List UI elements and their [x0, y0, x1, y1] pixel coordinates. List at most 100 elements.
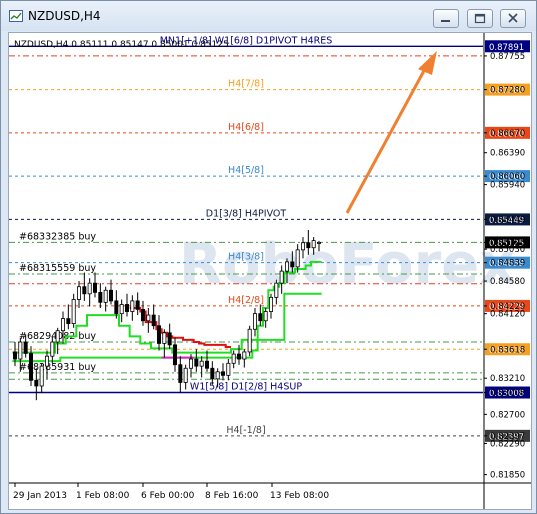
minimize-button[interactable] — [433, 9, 459, 28]
trend-arrow — [345, 51, 437, 214]
chart-window: NZDUSD,H4 RoboForex MN1[+1/8] W1[6/8] D1… — [0, 0, 537, 514]
maximize-button[interactable] — [467, 9, 493, 28]
maximize-icon — [474, 13, 486, 24]
price-tick-label: 0.82290 — [490, 439, 525, 449]
candle-body — [130, 300, 135, 312]
candle-body — [295, 249, 300, 268]
candle-body — [279, 270, 284, 284]
candle-body — [252, 313, 257, 330]
candle-body — [247, 328, 252, 353]
candle-body — [140, 309, 145, 322]
level-label: H4[2/8] — [228, 295, 264, 306]
level-label: D1[3/8] H4PIVOT — [206, 208, 287, 219]
candle-body — [284, 261, 289, 272]
candle-body — [135, 300, 140, 310]
candle-body — [34, 379, 39, 387]
candle-body — [194, 358, 199, 367]
level-label: #68332385 buy — [19, 231, 96, 242]
candle-body — [268, 296, 273, 312]
candle-body — [290, 261, 295, 268]
candle-body — [316, 242, 321, 244]
time-tick-label: 8 Feb 16:00 — [205, 491, 259, 501]
level-label: W1[5/8] D1[2/8] H4SUP — [190, 382, 302, 393]
candle-body — [210, 367, 215, 380]
candle-body — [45, 355, 50, 367]
close-button[interactable] — [500, 9, 526, 28]
time-tick-label: 29 Jan 2013 — [13, 491, 67, 501]
candle-body — [220, 371, 225, 376]
indicator-line — [12, 292, 322, 363]
candle-body — [23, 341, 28, 354]
candle-body — [125, 304, 130, 312]
minimize-icon — [441, 20, 450, 22]
level-label: H4[5/8] — [228, 165, 264, 176]
price-tick-label: 0.85030 — [490, 245, 525, 255]
symbol-info: NZDUSD,H4 0.85111 0.85147 0.85001 0.8512… — [14, 40, 229, 50]
watermark-text: RoboForex — [179, 232, 515, 297]
price-tick-label: 0.87755 — [490, 52, 525, 62]
candle-body — [66, 318, 71, 324]
candle-body — [109, 289, 114, 302]
candle-body — [77, 286, 82, 300]
candle-body — [172, 344, 177, 366]
candle-body — [55, 330, 60, 343]
candle-body — [82, 286, 87, 295]
price-tick-label: 0.81850 — [490, 471, 525, 481]
level-label: #68315559 buy — [19, 263, 96, 274]
candle-body — [167, 332, 172, 346]
candle-body — [151, 314, 156, 327]
candle-body — [306, 242, 311, 249]
price-chart[interactable]: RoboForex MN1[+1/8] W1[6/8] D1PIVOT H4RE… — [9, 33, 531, 509]
level-label: H4[3/8] — [228, 252, 264, 263]
candle-body — [39, 365, 44, 387]
candle-body — [199, 360, 204, 367]
price-tick-label: 0.84580 — [490, 277, 525, 287]
arrow-shaft — [345, 66, 428, 214]
time-axis: 29 Jan 2013 1 Feb 08:00 6 Feb 00:00 8 Feb 1… — [13, 483, 329, 501]
candle-body — [258, 313, 263, 322]
candle-body — [274, 282, 279, 298]
candle-body — [188, 358, 193, 369]
price-tick-label: 0.84120 — [490, 310, 525, 320]
chart-app-icon — [9, 10, 23, 22]
candle-body — [236, 353, 241, 360]
price-tick-label: 0.85940 — [490, 181, 525, 191]
candle-body — [231, 353, 236, 364]
price-tick-label: 0.85449 — [490, 215, 525, 225]
window-title: NZDUSD,H4 — [28, 9, 101, 23]
candle-body — [103, 289, 108, 303]
arrow-head — [418, 51, 437, 75]
window-titlebar[interactable]: NZDUSD,H4 — [1, 1, 536, 31]
price-tick-label: 0.82700 — [490, 410, 525, 420]
candle-body — [263, 311, 268, 322]
candle-body — [114, 300, 119, 315]
candle-body — [215, 371, 220, 380]
candle-body — [204, 360, 209, 369]
candle-body — [226, 362, 231, 376]
level-label: H4[6/8] — [228, 122, 264, 133]
candle-body — [28, 352, 33, 381]
candle-body — [13, 351, 18, 360]
level-label: H4[7/8] — [228, 79, 264, 90]
candle-body — [98, 291, 103, 303]
candle-body — [146, 314, 151, 322]
candle-body — [242, 351, 247, 360]
time-tick-label: 1 Feb 08:00 — [76, 491, 130, 501]
level-label: H4[-1/8] — [226, 425, 265, 436]
chart-area[interactable]: RoboForex MN1[+1/8] W1[6/8] D1PIVOT H4RE… — [8, 32, 532, 510]
candle-body — [93, 282, 98, 293]
candle-body — [50, 341, 55, 357]
candle-body — [156, 325, 161, 344]
price-tick-label: 0.83008 — [490, 389, 525, 399]
price-tick-label: 0.87280 — [490, 86, 525, 96]
price-tick-label: 0.83618 — [490, 345, 525, 355]
candle-body — [183, 367, 188, 383]
price-tick-label: 0.86670 — [490, 129, 525, 139]
candle-body — [18, 341, 23, 360]
candle-body — [119, 304, 124, 315]
candle-body — [300, 242, 305, 251]
candle-body — [162, 332, 167, 344]
close-icon — [508, 13, 518, 23]
time-tick-label: 13 Feb 08:00 — [270, 491, 329, 501]
candle-body — [71, 299, 76, 324]
